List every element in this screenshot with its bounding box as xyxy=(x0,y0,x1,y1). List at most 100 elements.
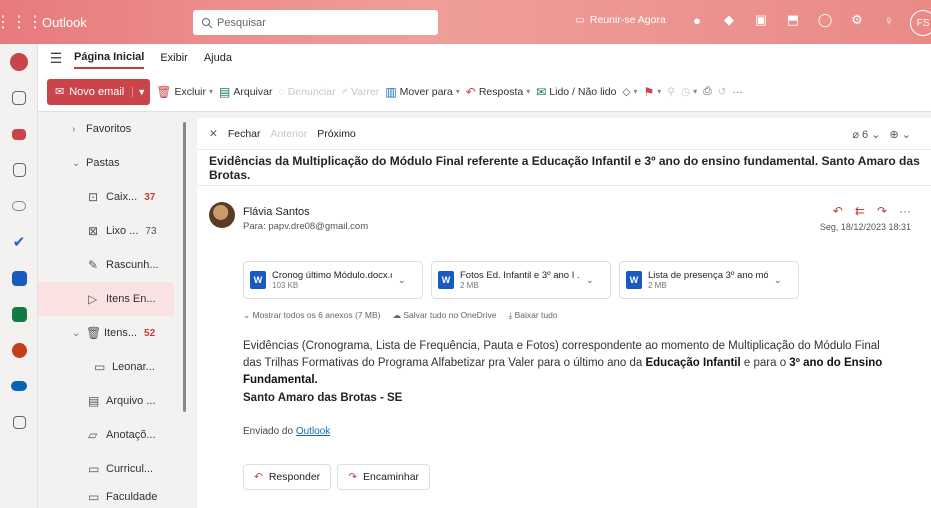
previous-button[interactable]: Anterior xyxy=(271,128,308,140)
chevron-down-icon[interactable]: ⌄ xyxy=(398,275,406,286)
close-icon[interactable]: ✕ xyxy=(209,128,218,140)
reply-action-button[interactable]: ↶ Responder xyxy=(243,464,332,490)
folder-deleted[interactable]: ⌄ 🗑 Itens... 52 xyxy=(38,316,188,350)
app-title[interactable]: Outlook xyxy=(42,15,192,30)
chevron-down-icon[interactable]: ⌄ xyxy=(871,129,880,141)
app-launcher-icon[interactable]: ⋮⋮⋮ xyxy=(0,0,43,44)
snooze-button[interactable]: ◷ ▾ xyxy=(681,86,697,98)
report-button[interactable]: ◌ Denunciar xyxy=(278,86,335,98)
outlook-link[interactable]: Outlook xyxy=(296,426,330,437)
chevron-down-icon: ▾ xyxy=(657,87,662,96)
folder-curriculo[interactable]: ▭ Curricul... xyxy=(38,452,188,486)
print-button[interactable]: ⎙ xyxy=(703,85,711,98)
folder-section-folders[interactable]: ⌄ Pastas xyxy=(38,146,188,180)
onedrive-icon[interactable] xyxy=(0,368,38,404)
mail-app-icon[interactable] xyxy=(0,116,38,152)
myday-icon[interactable]: ▣ xyxy=(754,10,768,30)
archive-button[interactable]: ▤ Arquivar xyxy=(219,85,272,99)
paperclip-icon[interactable]: ⌀ xyxy=(852,129,859,141)
read-unread-button[interactable]: ✉ Lido / Não lido xyxy=(536,85,616,99)
folder-junk[interactable]: ⊠ Lixo ... 73 xyxy=(38,214,188,248)
download-all-link[interactable]: ⤓ Baixar tudo xyxy=(508,310,557,321)
more-icon[interactable]: ··· xyxy=(899,204,911,218)
sender-name[interactable]: Flávia Santos xyxy=(243,206,310,218)
calendar-icon[interactable] xyxy=(0,152,38,188)
undo-button[interactable]: ↺ xyxy=(718,86,727,98)
chevron-down-icon[interactable]: ⌄ xyxy=(774,275,782,286)
chevron-down-icon[interactable]: ▼ xyxy=(132,86,150,97)
profile-avatar[interactable]: FS xyxy=(910,10,931,36)
folder-faculdade[interactable]: ▭ Faculdade xyxy=(38,486,188,508)
reply-button[interactable]: ↶ Resposta ▾ xyxy=(466,85,530,99)
folder-notes[interactable]: ▱ Anotaçõ... xyxy=(38,418,188,452)
delete-button[interactable]: 🗑 Excluir ▾ xyxy=(156,85,213,99)
folder-label: Itens... xyxy=(104,327,138,339)
tips-icon[interactable]: ♀ xyxy=(882,10,896,30)
forward-action-button[interactable]: ↷ Encaminhar xyxy=(337,464,431,490)
pin-button[interactable]: ⚲ xyxy=(667,86,675,98)
hamburger-icon[interactable]: ☰ xyxy=(38,50,74,67)
new-email-button[interactable]: ✉ Novo email ▼ xyxy=(47,78,151,105)
teams-icon[interactable]: ● xyxy=(690,10,704,30)
todo-icon[interactable]: ✔ xyxy=(0,224,38,260)
gear-icon[interactable]: ⚙ xyxy=(850,10,864,30)
chevron-right-icon: › xyxy=(72,123,76,135)
word-icon[interactable] xyxy=(0,260,38,296)
folder-section-favorites[interactable]: › Favoritos xyxy=(38,112,188,146)
chevron-down-icon[interactable]: ⌄ xyxy=(586,275,594,286)
more-apps-icon[interactable] xyxy=(0,404,38,440)
premium-icon[interactable]: ◆ xyxy=(722,10,736,30)
attachment-card[interactable]: W Lista de presença 3º ano mó... 2 MB ⌄ xyxy=(619,261,799,299)
attachment-size: 103 KB xyxy=(272,281,299,290)
tab-help[interactable]: Ajuda xyxy=(204,48,232,68)
sweep-button[interactable]: ⌿ Varrer xyxy=(342,85,380,98)
folder-sent[interactable]: ▷ Itens En... xyxy=(38,282,174,316)
reply-all-icon[interactable]: ⇇ xyxy=(855,204,865,218)
excel-icon[interactable] xyxy=(0,296,38,332)
folder-inbox[interactable]: ⊡ Caix... 37 xyxy=(38,180,188,214)
folder-drafts[interactable]: ✎ Rascunh... xyxy=(38,248,188,282)
attachment-name: Fotos Ed. Infantil e 3º ano I ... xyxy=(460,270,580,281)
reply-label: Resposta xyxy=(478,85,524,98)
tag-button[interactable]: ◇ ▾ xyxy=(622,86,637,98)
attachment-name: Lista de presença 3º ano mó... xyxy=(648,270,768,281)
attachment-card[interactable]: W Cronog último Módulo.docx.d... 103 KB ⌄ xyxy=(243,261,423,299)
next-button[interactable]: Próximo xyxy=(317,128,356,140)
tab-view[interactable]: Exibir xyxy=(160,48,188,68)
move-to-button[interactable]: ▥ Mover para ▾ xyxy=(385,85,459,99)
read-unread-label: Lido / Não lido xyxy=(549,85,617,98)
feedback-icon[interactable]: ⬒ xyxy=(786,10,800,30)
calendar-app-icon[interactable] xyxy=(0,80,38,116)
meet-now-button[interactable]: ▭ Reunir-se Agora xyxy=(575,14,666,26)
folder-label: Curricul... xyxy=(106,463,154,475)
more-options-button[interactable]: ··· xyxy=(732,86,743,98)
sender-avatar[interactable] xyxy=(209,202,235,228)
forward-icon[interactable]: ↷ xyxy=(877,204,887,218)
search-box[interactable]: Pesquisar xyxy=(193,10,438,35)
sent-from-line: Enviado do Outlook xyxy=(243,426,330,437)
bell-icon[interactable]: ◯ xyxy=(818,10,833,30)
sent-from-prefix: Enviado do xyxy=(243,426,296,437)
attachment-card[interactable]: W Fotos Ed. Infantil e 3º ano I ... 2 MB … xyxy=(431,261,611,299)
folder-archive[interactable]: ▤ Arquivo ... xyxy=(38,384,188,418)
email-body: Evidências (Cronograma, Lista de Frequên… xyxy=(243,338,893,389)
people-icon[interactable] xyxy=(0,188,38,224)
search-input[interactable]: Pesquisar xyxy=(217,17,266,29)
reply-icon[interactable]: ↶ xyxy=(833,204,843,218)
outlook-app-icon[interactable] xyxy=(0,44,38,80)
folder-leonardo[interactable]: ▭ Leonar... xyxy=(38,350,188,384)
folder-scrollbar[interactable] xyxy=(183,122,186,412)
more-icon: ··· xyxy=(732,85,743,98)
trash-icon: 🗑 xyxy=(86,326,102,340)
flag-button[interactable]: ⚑ ▾ xyxy=(644,85,662,99)
show-all-attachments-link[interactable]: ⌄ Mostrar todos os 6 anexos (7 MB) xyxy=(243,310,381,321)
powerpoint-icon[interactable] xyxy=(0,332,38,368)
tab-home[interactable]: Página Inicial xyxy=(74,47,145,69)
zoom-icon[interactable]: ⊕ xyxy=(890,129,899,141)
close-button[interactable]: Fechar xyxy=(228,128,261,140)
attachment-count[interactable]: 6 xyxy=(862,129,868,141)
forward-icon: ↷ xyxy=(348,471,357,483)
save-onedrive-link[interactable]: ☁ Salvar tudo no OneDrive xyxy=(393,310,497,321)
chevron-down-icon[interactable]: ⌄ xyxy=(902,129,911,141)
tag-icon: ◇ xyxy=(622,85,631,98)
